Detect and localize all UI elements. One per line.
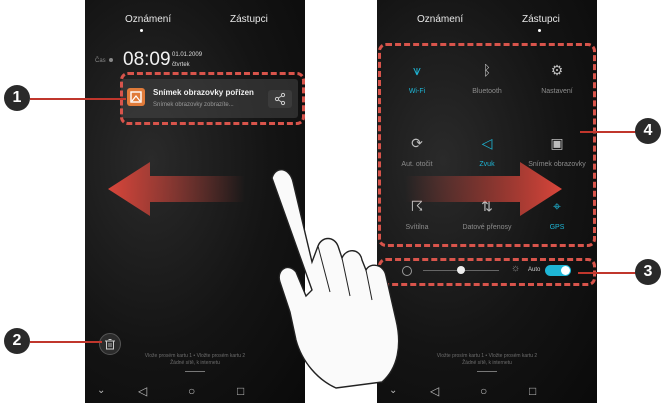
callout-4: 4 [635, 118, 661, 144]
callout-1: 1 [4, 85, 30, 111]
callout-1-leader [30, 98, 126, 100]
callout-4-leader [580, 131, 638, 133]
callout-3: 3 [635, 259, 661, 285]
swipe-left-arrow [108, 162, 245, 216]
callout-2-leader [30, 341, 102, 343]
hand-icon [271, 169, 400, 389]
callout-3-leader [578, 272, 638, 274]
callout-2: 2 [4, 328, 30, 354]
swipe-right-arrow [405, 162, 562, 216]
